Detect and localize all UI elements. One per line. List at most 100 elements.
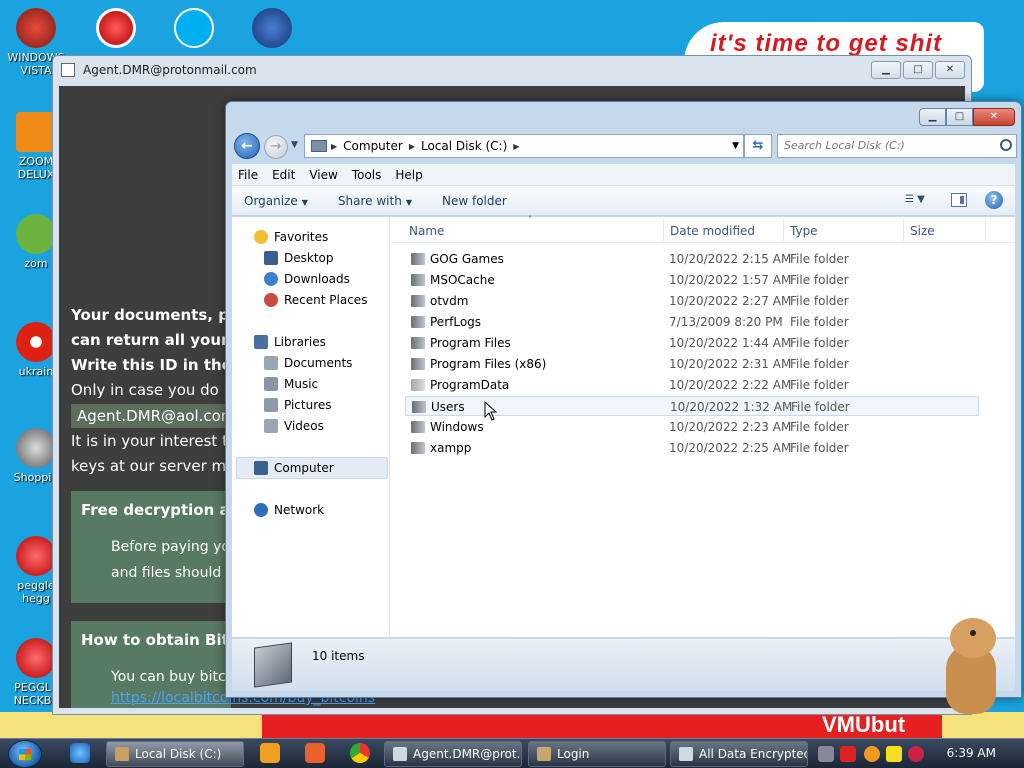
help-icon[interactable]: ? xyxy=(985,191,1003,209)
nav-favorites[interactable]: Favorites xyxy=(254,227,328,247)
address-bar[interactable]: ▶ Computer ▶ Local Disk (C:) ▶ ▼ xyxy=(304,134,744,158)
box-heading: Free decryption as xyxy=(81,501,239,519)
desktop-icon-peggle[interactable] xyxy=(86,8,146,51)
start-button[interactable] xyxy=(8,740,42,768)
forward-arrow-icon[interactable]: → xyxy=(264,135,288,159)
nav-network[interactable]: Network xyxy=(254,500,324,520)
breadcrumb-arrow-icon[interactable]: ▶ xyxy=(513,142,519,151)
chevron-down-icon: ▼ xyxy=(301,197,308,207)
peggle-icon xyxy=(16,536,56,576)
menu-file[interactable]: File xyxy=(238,168,258,182)
folder-icon xyxy=(411,253,425,265)
file-row[interactable]: ProgramData 10/20/2022 2:22 AM File fold… xyxy=(405,375,979,395)
taskbar-login[interactable]: Login xyxy=(528,741,666,767)
flower-icon xyxy=(16,214,56,254)
new-folder-button[interactable]: New folder xyxy=(442,194,507,208)
share-with-button[interactable]: Share with ▼ xyxy=(338,194,412,208)
menu-tools[interactable]: Tools xyxy=(352,168,382,182)
pictures-icon xyxy=(264,398,278,412)
minimize-button[interactable]: ▁ xyxy=(919,108,946,126)
command-bar: Organize ▼ Share with ▼ New folder ☰ ▼ ? xyxy=(232,186,1015,216)
tray-icon[interactable] xyxy=(908,746,924,762)
view-options-icon[interactable]: ☰ ▼ xyxy=(905,194,935,208)
nav-documents[interactable]: Documents xyxy=(264,353,352,373)
media-player-icon[interactable] xyxy=(260,743,280,763)
radiation-icon xyxy=(16,322,56,362)
back-arrow-icon[interactable]: ← xyxy=(234,133,260,159)
hard-drive-icon xyxy=(254,642,292,688)
menu-view[interactable]: View xyxy=(309,168,337,182)
nav-music[interactable]: Music xyxy=(264,374,318,394)
file-row[interactable]: Program Files (x86) 10/20/2022 2:31 AM F… xyxy=(405,354,979,374)
taskbar-local-disk[interactable]: Local Disk (C:) xyxy=(106,741,244,767)
maximize-button[interactable]: □ xyxy=(946,108,973,126)
nav-pictures[interactable]: Pictures xyxy=(264,395,332,415)
recent-places-icon xyxy=(264,293,278,307)
taskbar-agent-window[interactable]: Agent.DMR@prot... xyxy=(384,741,522,767)
file-row[interactable]: GOG Games 10/20/2022 2:15 AM File folder xyxy=(405,249,979,269)
folder-icon xyxy=(411,379,425,391)
chrome-icon[interactable] xyxy=(350,743,370,763)
ransom-title-bar[interactable]: Agent.DMR@protonmail.com ▁ □ ✕ xyxy=(53,56,971,84)
column-type[interactable]: Type xyxy=(790,224,818,238)
desktop-icon-globe[interactable] xyxy=(242,8,302,51)
item-count: 10 items xyxy=(312,649,365,663)
column-name[interactable]: Name xyxy=(409,224,444,238)
maximize-button[interactable]: □ xyxy=(903,61,933,79)
close-button[interactable]: ✕ xyxy=(935,61,965,79)
preview-pane-icon[interactable] xyxy=(951,193,967,207)
refresh-icon[interactable]: ⇆ xyxy=(744,134,772,158)
file-row[interactable]: MSOCache 10/20/2022 1:57 AM File folder xyxy=(405,270,979,290)
file-row[interactable]: otvdm 10/20/2022 2:27 AM File folder xyxy=(405,291,979,311)
breadcrumb-computer[interactable]: Computer xyxy=(343,139,403,153)
breadcrumb-local-disk[interactable]: Local Disk (C:) xyxy=(421,139,507,153)
user-icon xyxy=(537,747,551,761)
tray-icon[interactable] xyxy=(818,746,834,762)
peggle-app-icon xyxy=(96,8,136,48)
taskbar-all-data-encrypted[interactable]: All Data Encrypted xyxy=(670,741,808,767)
column-date-modified[interactable]: Date modified xyxy=(670,224,755,238)
search-input[interactable]: Search Local Disk (C:) xyxy=(777,134,1017,158)
breadcrumb-arrow-icon[interactable]: ▶ xyxy=(409,142,415,151)
menu-edit[interactable]: Edit xyxy=(272,168,295,182)
antivirus-icon[interactable] xyxy=(840,746,856,762)
nav-libraries[interactable]: Libraries xyxy=(254,332,326,352)
history-dropdown-icon[interactable]: ▼ xyxy=(291,140,298,150)
menu-help[interactable]: Help xyxy=(395,168,422,182)
file-row[interactable]: xampp 10/20/2022 2:25 AM File folder xyxy=(405,438,979,458)
network-icon xyxy=(254,503,268,517)
ransom-text-line: Write this ID in the s xyxy=(71,356,246,374)
tray-icon[interactable] xyxy=(886,746,902,762)
address-dropdown-icon[interactable]: ▼ xyxy=(732,141,739,151)
close-button[interactable]: ✕ xyxy=(973,108,1015,126)
navigation-bar: ← → ▼ ▶ Computer ▶ Local Disk (C:) ▶ ▼ ⇆… xyxy=(232,132,1017,160)
app-icon[interactable] xyxy=(305,743,325,763)
box-heading: How to obtain Bitco xyxy=(81,631,248,649)
desktop-icon-skype[interactable] xyxy=(164,8,224,51)
search-icon[interactable] xyxy=(1000,139,1012,151)
file-row[interactable]: PerfLogs 7/13/2009 8:20 PM File folder xyxy=(405,312,979,332)
libraries-icon xyxy=(254,335,268,349)
documents-icon xyxy=(264,356,278,370)
nav-downloads[interactable]: Downloads xyxy=(264,269,350,289)
explorer-window[interactable]: ▁ □ ✕ ← → ▼ ▶ Computer ▶ Local Disk (C:)… xyxy=(225,101,1022,698)
file-row[interactable]: Program Files 10/20/2022 1:44 AM File fo… xyxy=(405,333,979,353)
internet-explorer-icon[interactable] xyxy=(70,743,90,763)
clock[interactable]: 6:39 AM xyxy=(947,746,996,760)
nav-computer[interactable]: Computer xyxy=(254,458,334,478)
hamster-mascot-image xyxy=(940,618,1002,716)
minimize-button[interactable]: ▁ xyxy=(871,61,901,79)
breadcrumb-arrow-icon[interactable]: ▶ xyxy=(331,142,337,151)
nav-recent-places[interactable]: Recent Places xyxy=(264,290,367,310)
videos-icon xyxy=(264,419,278,433)
ransom-text-line: keys at our server more xyxy=(71,457,251,475)
organize-button[interactable]: Organize ▼ xyxy=(244,194,308,208)
column-size[interactable]: Size xyxy=(910,224,935,238)
nav-desktop[interactable]: Desktop xyxy=(264,248,334,268)
ransom-email[interactable]: Agent.DMR@aol.com xyxy=(71,404,242,428)
box-text: You can buy bitco xyxy=(111,669,235,685)
nav-videos[interactable]: Videos xyxy=(264,416,324,436)
folder-icon xyxy=(411,442,425,454)
ransom-window-title: Agent.DMR@protonmail.com xyxy=(83,63,257,77)
search-icon[interactable] xyxy=(864,746,880,762)
